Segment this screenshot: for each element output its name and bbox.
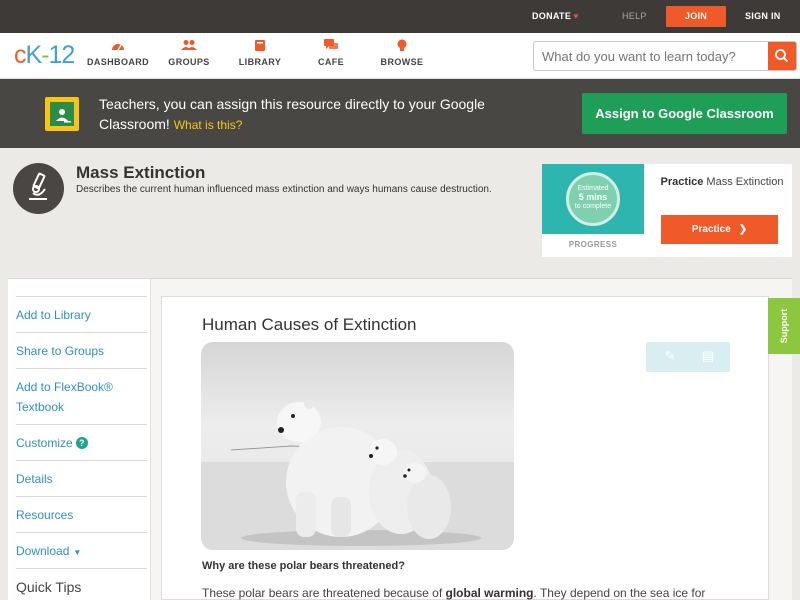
logo-dash: - [41, 41, 49, 69]
search-input[interactable] [534, 42, 770, 70]
help-link[interactable]: HELP [622, 0, 647, 33]
content-question: Why are these polar bears threatened? [202, 560, 405, 572]
dashboard-icon [83, 39, 153, 53]
sidebar-details[interactable]: Details [16, 460, 147, 496]
top-utility-bar: DONATE ♥ HELP JOIN SIGN IN [0, 0, 800, 33]
content-title: Human Causes of Extinction [202, 315, 417, 334]
practice-button[interactable]: Practice ❯ [661, 215, 778, 244]
download-label: Download [16, 544, 70, 558]
progress-label: PROGRESS [568, 240, 618, 249]
caret-down-icon: ▼ [73, 548, 82, 557]
concept-description: Describes the current human influenced m… [76, 184, 492, 195]
practice-button-label: Practice [691, 224, 731, 235]
practice-estimate-graphic: Estimated 5 mins to complete [542, 164, 644, 234]
body-text-end: . They depend on the sea ice for [533, 586, 706, 600]
global-warming-term[interactable]: global warming [446, 586, 534, 600]
sign-in-link[interactable]: SIGN IN [745, 0, 781, 33]
sidebar-customize[interactable]: Customize? [16, 424, 147, 460]
search-box [533, 41, 797, 71]
support-tab[interactable]: Support [768, 298, 800, 354]
body-text-start: These polar bears are threatened because… [202, 586, 446, 600]
concept-title: Mass Extinction [76, 163, 206, 182]
estimate-line2: 5 mins [578, 192, 608, 202]
content-tools: ✎ ▤ [646, 342, 730, 372]
customize-label: Customize [16, 436, 73, 450]
logo-c: c [14, 41, 26, 69]
main-nav: cK-12 DASHBOARD GROUPS LIBRARY CAFE BROW… [0, 33, 800, 79]
chevron-right-icon: ❯ [738, 224, 748, 235]
join-button[interactable]: JOIN [666, 6, 726, 27]
nav-groups[interactable]: GROUPS [154, 39, 224, 67]
ck12-logo[interactable]: cK-12 [14, 41, 76, 70]
google-classroom-icon [45, 97, 79, 131]
content-body: These polar bears are threatened because… [202, 585, 742, 600]
what-is-this-link[interactable]: What is this? [174, 118, 243, 132]
polar-bears-photo [201, 342, 514, 550]
sidebar: Add to Library Share to Groups Add to Fl… [8, 279, 151, 600]
library-icon [225, 39, 295, 53]
groups-icon [154, 39, 224, 53]
nav-cafe[interactable]: CAFE [296, 39, 366, 67]
sidebar-download[interactable]: Download ▼ [16, 532, 147, 568]
logo-k: K [25, 41, 43, 69]
support-label: Support [779, 308, 789, 344]
assign-google-classroom-button[interactable]: Assign to Google Classroom [582, 93, 787, 134]
donate-label: DONATE [532, 11, 572, 21]
nav-groups-label: GROUPS [168, 57, 210, 67]
sidebar-add-to-flexbook[interactable]: Add to FlexBook® Textbook [16, 368, 147, 424]
practice-title-rest: Mass Extinction [706, 176, 784, 188]
microscope-icon [13, 163, 64, 214]
nav-cafe-label: CAFE [317, 57, 345, 67]
nav-dashboard[interactable]: DASHBOARD [83, 39, 153, 67]
search-icon [775, 49, 789, 63]
practice-title-bold: Practice [660, 176, 704, 188]
search-button[interactable] [768, 42, 796, 70]
estimate-text: Estimated 5 mins to complete [542, 185, 644, 211]
nav-library[interactable]: LIBRARY [225, 39, 295, 67]
nav-browse-label: BROWSE [380, 57, 424, 67]
estimate-line1: Estimated [577, 185, 609, 192]
estimate-line3: to complete [574, 203, 612, 210]
heart-icon: ♥ [573, 11, 579, 21]
cafe-icon [296, 39, 366, 53]
practice-title: Practice Mass Extinction [658, 175, 786, 189]
browse-icon [367, 39, 437, 53]
google-banner-message: Teachers, you can assign this resource d… [99, 96, 485, 132]
help-icon[interactable]: ? [75, 437, 88, 449]
nav-dashboard-label: DASHBOARD [86, 57, 150, 67]
donate-link[interactable]: DONATE ♥ [532, 0, 579, 33]
practice-card: Estimated 5 mins to complete PROGRESS Pr… [542, 164, 792, 257]
sidebar-add-to-library[interactable]: Add to Library [16, 296, 147, 332]
google-banner-text: Teachers, you can assign this resource d… [99, 94, 519, 135]
sidebar-share-to-groups[interactable]: Share to Groups [16, 332, 147, 368]
pencil-icon[interactable]: ✎ [662, 348, 678, 364]
sidebar-resources[interactable]: Resources [16, 496, 147, 532]
notes-icon[interactable]: ▤ [700, 348, 716, 364]
nav-library-label: LIBRARY [238, 57, 282, 67]
logo-12: 12 [48, 41, 76, 69]
nav-browse[interactable]: BROWSE [367, 39, 437, 67]
sidebar-quick-tips: Quick Tips [16, 568, 147, 600]
